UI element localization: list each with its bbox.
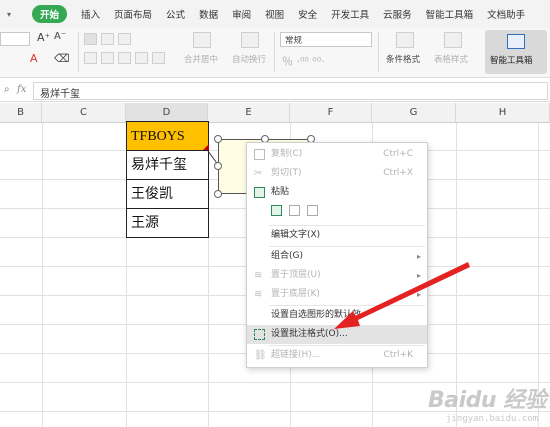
submenu-arrow-icon: ▸ xyxy=(416,271,421,280)
menu-item-hyperlink[interactable]: ⛓ 超链接(H)... Ctrl+K xyxy=(247,346,427,365)
menu-item-label: 置于底层(K) xyxy=(271,289,320,299)
layers-icon: ≋ xyxy=(254,289,263,300)
submenu-arrow-icon: ▸ xyxy=(416,290,421,299)
menu-item-group[interactable]: 组合(G) ▸ xyxy=(247,247,427,266)
baidu-watermark: Baidu 经验 jingyan.baidu.com xyxy=(428,382,548,426)
paste-text-icon[interactable] xyxy=(307,205,318,216)
menu-item-label: 设置批注格式(O)... xyxy=(271,329,348,339)
menu-item-send-to-back[interactable]: ≋ 置于底层(K) ▸ xyxy=(247,285,427,304)
menu-item-shortcut: Ctrl+X xyxy=(383,168,413,178)
submenu-arrow-icon: ▸ xyxy=(416,252,421,261)
menu-item-label: 剪切(T) xyxy=(271,168,302,178)
menu-item-label: 编辑文字(X) xyxy=(271,230,321,240)
menu-item-label: 置于顶层(U) xyxy=(271,270,321,280)
menu-item-paste[interactable]: 粘贴 xyxy=(247,183,427,202)
menu-item-label: 设置自选图形的默认效 xyxy=(271,310,362,320)
menu-item-label: 超链接(H)... xyxy=(271,350,321,360)
link-icon: ⛓ xyxy=(254,350,267,361)
menu-item-edit-text[interactable]: 编辑文字(X) xyxy=(247,226,427,245)
menu-item-set-default-shape[interactable]: 设置自选图形的默认效 xyxy=(247,306,427,325)
scissors-icon: ✂ xyxy=(254,168,263,179)
copy-icon xyxy=(254,149,265,160)
menu-item-label: 粘贴 xyxy=(271,187,290,197)
format-comment-icon xyxy=(254,329,265,340)
menu-item-label: 复制(C) xyxy=(271,149,303,159)
paste-icon xyxy=(254,187,265,198)
layers-icon: ≋ xyxy=(254,270,263,281)
menu-item-copy[interactable]: 复制(C) Ctrl+C xyxy=(247,145,427,164)
menu-item-cut[interactable]: ✂ 剪切(T) Ctrl+X xyxy=(247,164,427,183)
resize-handle[interactable] xyxy=(214,135,222,143)
context-menu: 复制(C) Ctrl+C ✂ 剪切(T) Ctrl+X 粘贴 编辑文字(X) 组… xyxy=(246,142,428,368)
watermark-main: Baidu 经验 xyxy=(428,388,547,413)
menu-item-bring-to-front[interactable]: ≋ 置于顶层(U) ▸ xyxy=(247,266,427,285)
menu-item-label: 组合(G) xyxy=(271,251,303,261)
menu-item-shortcut: Ctrl+C xyxy=(383,149,413,159)
watermark-sub: jingyan.baidu.com xyxy=(446,414,539,424)
resize-handle[interactable] xyxy=(214,190,222,198)
resize-handle[interactable] xyxy=(214,162,222,170)
menu-item-shortcut: Ctrl+K xyxy=(383,350,413,360)
paste-keep-format-icon[interactable] xyxy=(271,205,282,216)
paste-values-icon[interactable] xyxy=(289,205,300,216)
menu-item-format-comment[interactable]: 设置批注格式(O)... xyxy=(247,325,427,344)
